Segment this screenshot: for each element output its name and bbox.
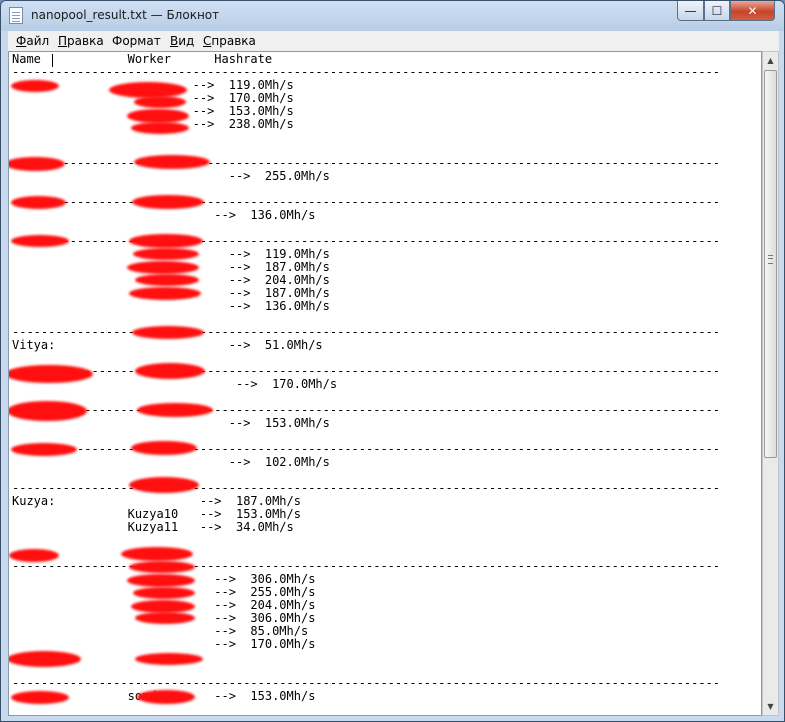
redaction-mark [135, 363, 205, 379]
menu-file-mnemonic: Ф [16, 34, 27, 48]
menu-format[interactable]: Формат [112, 34, 161, 48]
redaction-mark [132, 326, 204, 339]
menu-help-label: правка [211, 34, 256, 48]
redaction-mark [11, 196, 66, 209]
redaction-mark [9, 401, 87, 421]
menu-edit-mnemonic: П [58, 34, 68, 48]
redaction-mark [129, 477, 199, 493]
menu-file[interactable]: Файл [16, 34, 49, 48]
redaction-mark [137, 403, 213, 417]
redaction-mark [129, 234, 203, 248]
scroll-up-arrow-icon[interactable]: ▲ [763, 52, 778, 69]
document-text[interactable]: Name Worker Hashrate -------------------… [12, 53, 720, 715]
window-title: nanopool_result.txt — Блокнот [31, 8, 220, 22]
redaction-mark [9, 549, 59, 562]
redaction-mark [131, 441, 197, 455]
minimize-button[interactable]: — [677, 1, 704, 21]
redaction-mark [131, 122, 189, 134]
scrollbar-thumb[interactable] [764, 70, 777, 458]
redaction-mark [9, 365, 93, 383]
menu-file-label: айл [26, 34, 50, 48]
close-button[interactable]: ✕ [730, 1, 775, 21]
redaction-mark [11, 691, 69, 704]
text-caret [52, 54, 53, 67]
menu-edit[interactable]: Правка [58, 34, 104, 48]
redaction-mark [121, 547, 193, 561]
menu-view[interactable]: Вид [170, 34, 194, 48]
vertical-scrollbar[interactable]: ▲ ▼ [762, 51, 779, 716]
redaction-mark [135, 653, 203, 665]
redaction-mark [132, 195, 204, 209]
scrollbar-grip-icon [768, 255, 773, 264]
menu-edit-label: равка [67, 34, 104, 48]
redaction-mark [135, 612, 195, 624]
menu-view-mnemonic: В [170, 34, 179, 48]
redaction-mark [133, 248, 199, 260]
redaction-mark [127, 109, 189, 123]
redaction-mark [129, 287, 201, 300]
menu-bar: Файл Правка Формат Вид Справка [8, 31, 779, 51]
redaction-mark [129, 561, 195, 573]
redaction-mark [11, 235, 69, 247]
redaction-mark [134, 155, 210, 169]
redaction-mark [9, 157, 65, 171]
redaction-mark [127, 261, 199, 274]
menu-format-label: Формат [112, 34, 161, 48]
menu-help[interactable]: Справка [203, 34, 256, 48]
redaction-mark [127, 574, 195, 587]
text-editor[interactable]: Name Worker Hashrate -------------------… [8, 51, 762, 716]
redaction-mark [133, 587, 195, 599]
maximize-button[interactable]: ☐ [704, 1, 730, 21]
title-bar[interactable]: nanopool_result.txt — Блокнот — ☐ ✕ [1, 1, 784, 31]
redaction-mark [134, 96, 186, 108]
menu-view-label: ид [178, 34, 195, 48]
scroll-down-arrow-icon[interactable]: ▼ [763, 698, 778, 715]
notepad-icon [9, 7, 23, 24]
redaction-mark [11, 443, 77, 456]
redaction-mark [135, 274, 199, 286]
notepad-window: nanopool_result.txt — Блокнот — ☐ ✕ Файл… [0, 0, 785, 722]
redaction-mark [11, 80, 59, 92]
redaction-mark [137, 690, 195, 704]
redaction-mark [9, 651, 81, 667]
